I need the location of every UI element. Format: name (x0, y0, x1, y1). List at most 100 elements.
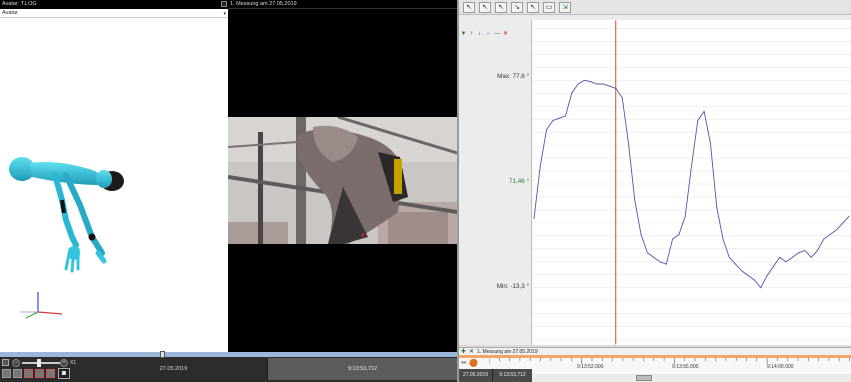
graph-subtoolbar: ▼ ↑ ↓ ⇔ — ✕ (459, 31, 529, 39)
data-point (583, 79, 585, 81)
data-point (741, 270, 743, 272)
graph-toolbar: ↖ ↖ ↖ ↘ ↖ ▭ ⇲ (459, 0, 851, 15)
data-point (848, 215, 850, 217)
data-point (716, 206, 718, 208)
data-point (709, 142, 711, 144)
zoom-level: X1 (70, 360, 77, 366)
graph-scrollbar-thumb[interactable] (636, 375, 652, 381)
zoom-out-button[interactable]: − (12, 359, 20, 367)
record-button[interactable] (35, 369, 44, 378)
avatar-3d-figure[interactable] (0, 145, 140, 280)
timeline-scrubber[interactable] (0, 352, 457, 357)
y-min-label: Min: -13,3 ° (496, 283, 529, 290)
data-point (842, 222, 844, 224)
graph-y-labels: ▼ ↑ ↓ ⇔ — ✕ Max: 77,6 ° 71,46 ° Min: -13… (459, 15, 531, 345)
avatar-wrist-right (88, 233, 96, 241)
data-point (665, 263, 667, 265)
data-point (754, 279, 756, 281)
data-point (817, 249, 819, 251)
data-point (621, 97, 623, 99)
data-point (533, 218, 535, 220)
avatar-panel: Avatar: T.LOG Avatar ▾ (0, 0, 228, 352)
avatar-select[interactable]: Avatar ▾ (0, 9, 228, 18)
data-point (791, 256, 793, 258)
video-frame[interactable] (228, 117, 457, 244)
data-point (697, 119, 699, 121)
camera-icon[interactable]: ◙ (58, 368, 70, 379)
loop-button[interactable] (46, 369, 55, 378)
data-point (703, 110, 705, 112)
plot-area[interactable] (531, 20, 851, 345)
tick-label-1: 9:13:52.000 (577, 364, 604, 370)
video-panel-title: 1. Messung am 27.05.2019 (228, 0, 457, 9)
current-date: 27.05.2019 (80, 358, 267, 380)
graph-scrollbar[interactable] (532, 374, 851, 382)
timeline-scrubber-thumb[interactable] (160, 351, 165, 358)
camera-mode-icon[interactable] (2, 359, 9, 366)
tool-select-button[interactable]: ↖ (479, 2, 491, 13)
axis-gizmo (20, 292, 63, 319)
tool-measure-button[interactable]: ↖ (527, 2, 539, 13)
fit-icon[interactable]: ⇔ (485, 31, 492, 38)
data-point (640, 234, 642, 236)
data-point (609, 85, 611, 87)
data-point (571, 92, 573, 94)
scale-up-icon[interactable]: ↑ (468, 31, 475, 38)
cut-icon[interactable]: ✂ (461, 359, 467, 367)
data-point (798, 252, 800, 254)
chevron-down-icon: ▾ (223, 11, 226, 17)
graph-panel: ↖ ↖ ↖ ↘ ↖ ▭ ⇲ ▼ ↑ ↓ ⇔ — ✕ Max: 77,6 ° 71… (457, 0, 851, 382)
zoom-slider-thumb[interactable] (37, 359, 41, 367)
data-point (691, 165, 692, 167)
filter-icon[interactable]: ▼ (460, 31, 467, 38)
data-point (558, 117, 560, 119)
data-point (772, 265, 774, 267)
stop-button[interactable] (24, 369, 33, 378)
data-point (596, 83, 598, 85)
data-point (615, 87, 617, 89)
scale-down-icon[interactable]: ↓ (476, 31, 483, 38)
data-point (646, 252, 648, 254)
data-point (785, 261, 787, 263)
measurement-bar: ✚ ✕ 1. Messung am 27.05.2019 (459, 347, 851, 355)
y-mid-label: 71,46 ° (508, 178, 529, 185)
tool-export-button[interactable]: ⇲ (559, 2, 571, 13)
data-point (779, 256, 781, 258)
data-point (653, 256, 655, 258)
graph-date: 27.05.2019 (459, 369, 492, 382)
data-point (546, 129, 548, 131)
avatar-pelvis (96, 170, 112, 188)
data-point (835, 229, 837, 231)
panel-menu-button[interactable] (221, 1, 227, 7)
tool-zoom-button[interactable]: ↖ (495, 2, 507, 13)
data-point (602, 83, 604, 85)
video-panel: 1. Messung am 27.05.2019 (228, 0, 457, 352)
data-point (627, 142, 629, 144)
zoom-slider[interactable] (22, 362, 60, 364)
data-point (634, 199, 636, 201)
tool-page-button[interactable]: ▭ (543, 2, 555, 13)
minus-icon[interactable]: — (494, 31, 501, 38)
step-back-button[interactable] (13, 369, 22, 378)
data-point (766, 275, 768, 277)
axis-tools: ✂ ⬤ (459, 358, 481, 368)
data-point (577, 83, 579, 85)
data-point (810, 256, 812, 258)
tick-label-2: 9:13:56.000 (672, 364, 699, 370)
playback-buttons: ◙ (2, 368, 80, 379)
current-time: 9:13:53,712 (267, 358, 457, 380)
marker-icon[interactable]: ⬤ (469, 358, 478, 367)
data-point (760, 287, 762, 289)
tick-label-3: 9:14:00.000 (767, 364, 794, 370)
zoom-in-button[interactable]: + (60, 359, 68, 367)
tool-pan-button[interactable]: ↘ (511, 2, 523, 13)
close-icon[interactable]: ✕ (502, 31, 509, 38)
data-point (659, 261, 661, 263)
data-point (804, 249, 806, 251)
tool-pointer-button[interactable]: ↖ (463, 2, 475, 13)
data-point (735, 263, 737, 265)
axis-x (37, 311, 63, 315)
data-point (552, 119, 554, 121)
rewind-button[interactable] (2, 369, 11, 378)
data-point (678, 234, 680, 236)
